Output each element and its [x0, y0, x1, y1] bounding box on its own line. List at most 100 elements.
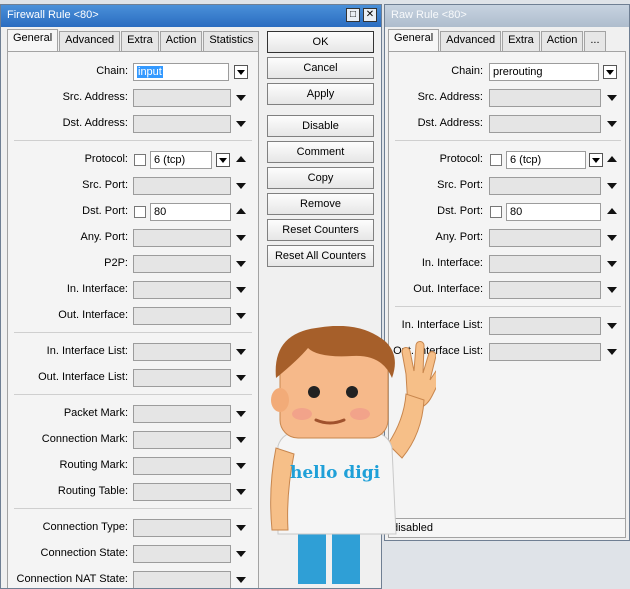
dst-port-negate-checkbox[interactable]: [134, 206, 146, 218]
chain-field[interactable]: prerouting: [489, 63, 599, 81]
in-interface-list-field[interactable]: [133, 343, 231, 361]
out-interface-list-field[interactable]: [489, 343, 601, 361]
dst-port-field[interactable]: 80: [150, 203, 231, 221]
protocol-dropdown-icon[interactable]: [589, 153, 603, 167]
connection-type-expand-icon[interactable]: [236, 525, 246, 531]
comment-button[interactable]: Comment: [267, 141, 374, 163]
in-interface-list-field[interactable]: [489, 317, 601, 335]
dst-port-collapse-icon[interactable]: [236, 208, 246, 214]
dst-port-field[interactable]: 80: [506, 203, 601, 221]
routing-mark-field[interactable]: [133, 457, 231, 475]
src-port-field[interactable]: [133, 177, 231, 195]
connection-mark-field[interactable]: [133, 431, 231, 449]
chain-dropdown-icon[interactable]: [234, 65, 248, 79]
packet-mark-expand-icon[interactable]: [236, 411, 246, 417]
out-interface-list-expand-icon[interactable]: [607, 349, 617, 355]
src-address-expand-icon[interactable]: [607, 95, 617, 101]
protocol-field[interactable]: 6 (tcp): [150, 151, 212, 169]
any-port-row: Any. Port:: [389, 228, 625, 248]
dst-address-row: Dst. Address:: [389, 114, 625, 134]
in-interface-expand-icon[interactable]: [236, 287, 246, 293]
protocol-row: Protocol: 6 (tcp): [389, 150, 625, 170]
dst-address-expand-icon[interactable]: [607, 121, 617, 127]
out-interface-field[interactable]: [489, 281, 601, 299]
connection-nat-state-field[interactable]: [133, 571, 231, 588]
in-interface-list-expand-icon[interactable]: [236, 349, 246, 355]
packet-mark-field[interactable]: [133, 405, 231, 423]
tab-statistics[interactable]: Statistics: [203, 31, 260, 51]
out-interface-field[interactable]: [133, 307, 231, 325]
tab-extra[interactable]: Extra: [502, 31, 540, 51]
dst-address-expand-icon[interactable]: [236, 121, 246, 127]
chain-field[interactable]: input: [133, 63, 229, 81]
any-port-field[interactable]: [489, 229, 601, 247]
protocol-row: Protocol: 6 (tcp): [8, 150, 258, 170]
tab-action[interactable]: Action: [540, 31, 584, 51]
tab-general[interactable]: General: [388, 29, 440, 51]
src-address-field[interactable]: [133, 89, 231, 107]
src-address-row: Src. Address:: [389, 88, 625, 108]
p2p-expand-icon[interactable]: [236, 261, 246, 267]
protocol-value: 6 (tcp): [510, 154, 542, 166]
out-interface-label: Out. Interface:: [58, 309, 128, 321]
tab-advanced[interactable]: Advanced: [59, 31, 121, 51]
dst-port-collapse-icon[interactable]: [607, 208, 617, 214]
routing-mark-row: Routing Mark:: [8, 456, 258, 476]
protocol-negate-checkbox[interactable]: [490, 154, 502, 166]
dst-address-field[interactable]: [133, 115, 231, 133]
routing-table-field[interactable]: [133, 483, 231, 501]
reset-all-counters-button[interactable]: Reset All Counters: [267, 245, 374, 267]
protocol-collapse-icon[interactable]: [607, 156, 617, 162]
reset-counters-button[interactable]: Reset Counters: [267, 219, 374, 241]
in-interface-field[interactable]: [489, 255, 601, 273]
connection-mark-expand-icon[interactable]: [236, 437, 246, 443]
src-port-expand-icon[interactable]: [607, 183, 617, 189]
connection-nat-state-expand-icon[interactable]: [236, 577, 246, 583]
in-interface-label: In. Interface:: [421, 257, 483, 269]
out-interface-expand-icon[interactable]: [607, 287, 617, 293]
disable-button[interactable]: Disable: [267, 115, 374, 137]
tab-more[interactable]: ...: [584, 31, 606, 51]
out-interface-expand-icon[interactable]: [236, 313, 246, 319]
close-button[interactable]: ✕: [363, 8, 377, 22]
apply-button[interactable]: Apply: [267, 83, 374, 105]
dst-address-field[interactable]: [489, 115, 601, 133]
connection-state-expand-icon[interactable]: [236, 551, 246, 557]
src-port-expand-icon[interactable]: [236, 183, 246, 189]
src-port-field[interactable]: [489, 177, 601, 195]
left-leg: [298, 532, 326, 584]
src-address-expand-icon[interactable]: [236, 95, 246, 101]
routing-mark-expand-icon[interactable]: [236, 463, 246, 469]
tab-general[interactable]: General: [7, 29, 59, 51]
tab-advanced[interactable]: Advanced: [440, 31, 502, 51]
out-interface-list-expand-icon[interactable]: [236, 375, 246, 381]
in-interface-expand-icon[interactable]: [607, 261, 617, 267]
connection-state-field[interactable]: [133, 545, 231, 563]
protocol-dropdown-icon[interactable]: [216, 153, 230, 167]
protocol-field[interactable]: 6 (tcp): [506, 151, 586, 169]
src-address-field[interactable]: [489, 89, 601, 107]
firewall-rule-titlebar[interactable]: Firewall Rule <80> □ ✕: [1, 5, 381, 27]
raised-arm: [387, 393, 425, 459]
raw-rule-titlebar[interactable]: Raw Rule <80>: [385, 5, 629, 27]
out-interface-list-field[interactable]: [133, 369, 231, 387]
dst-port-negate-checkbox[interactable]: [490, 206, 502, 218]
any-port-field[interactable]: [133, 229, 231, 247]
cancel-button[interactable]: Cancel: [267, 57, 374, 79]
protocol-collapse-icon[interactable]: [236, 156, 246, 162]
connection-type-field[interactable]: [133, 519, 231, 537]
p2p-field[interactable]: [133, 255, 231, 273]
protocol-negate-checkbox[interactable]: [134, 154, 146, 166]
in-interface-list-expand-icon[interactable]: [607, 323, 617, 329]
any-port-expand-icon[interactable]: [607, 235, 617, 241]
tab-extra[interactable]: Extra: [121, 31, 159, 51]
any-port-expand-icon[interactable]: [236, 235, 246, 241]
maximize-button[interactable]: □: [346, 8, 360, 22]
ok-button[interactable]: OK: [267, 31, 374, 53]
routing-table-expand-icon[interactable]: [236, 489, 246, 495]
chain-dropdown-icon[interactable]: [603, 65, 617, 79]
tab-action[interactable]: Action: [159, 31, 203, 51]
in-interface-field[interactable]: [133, 281, 231, 299]
remove-button[interactable]: Remove: [267, 193, 374, 215]
copy-button[interactable]: Copy: [267, 167, 374, 189]
